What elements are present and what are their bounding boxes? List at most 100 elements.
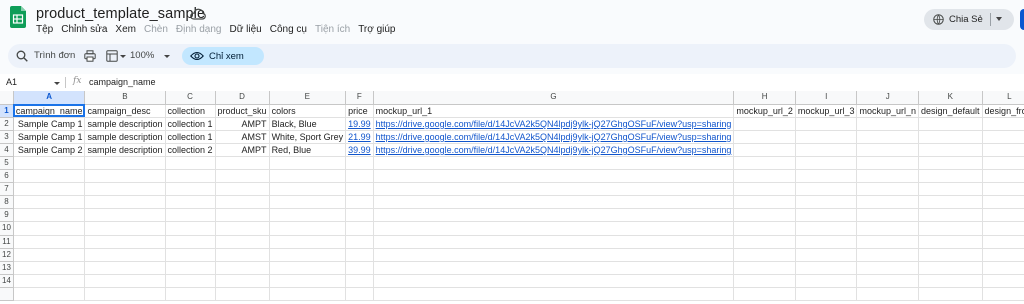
row-header[interactable]: 13 <box>0 261 14 275</box>
cell[interactable] <box>982 235 1024 249</box>
cell[interactable] <box>215 182 270 197</box>
cell[interactable] <box>918 261 983 275</box>
cell[interactable] <box>733 261 796 275</box>
cell[interactable] <box>795 248 858 262</box>
cell[interactable] <box>165 248 216 262</box>
cell[interactable] <box>373 274 735 288</box>
column-header[interactable]: H <box>733 91 796 105</box>
cell[interactable] <box>733 208 796 223</box>
column-header[interactable]: K <box>918 91 983 105</box>
cell[interactable] <box>918 208 983 223</box>
cell[interactable]: 21.99 <box>345 130 374 144</box>
cell[interactable]: AMPT <box>215 143 270 157</box>
cell[interactable] <box>373 195 735 210</box>
search-icon[interactable] <box>16 50 28 62</box>
cell[interactable] <box>733 287 796 302</box>
cell[interactable] <box>373 182 735 197</box>
menu-item[interactable]: Tiện ích <box>315 24 350 35</box>
cell[interactable] <box>982 182 1024 197</box>
cell[interactable] <box>13 287 86 302</box>
cell[interactable] <box>856 182 919 197</box>
row-header[interactable]: 7 <box>0 182 14 197</box>
cell[interactable] <box>215 156 270 171</box>
zoom-chevron-icon[interactable] <box>164 55 170 58</box>
column-header[interactable]: L <box>982 91 1024 105</box>
cell[interactable] <box>269 208 347 223</box>
cell[interactable] <box>856 169 919 184</box>
cell[interactable]: Red, Blue <box>269 143 347 157</box>
cell[interactable]: Black, Blue <box>269 117 347 131</box>
cell[interactable] <box>269 261 347 275</box>
cell[interactable]: mockup_url_1 <box>373 104 735 118</box>
cell[interactable] <box>733 248 796 262</box>
name-box[interactable]: A1 <box>6 77 17 87</box>
cell[interactable] <box>13 156 86 171</box>
cell[interactable] <box>84 195 166 210</box>
cell[interactable] <box>856 287 919 302</box>
cell[interactable] <box>733 156 796 171</box>
cell[interactable] <box>982 248 1024 262</box>
cell[interactable] <box>982 287 1024 302</box>
cell[interactable] <box>733 143 796 157</box>
cell[interactable] <box>795 130 858 144</box>
cell[interactable] <box>795 221 858 236</box>
row-header[interactable]: 1 <box>0 104 14 118</box>
cell[interactable] <box>165 182 216 197</box>
menu-item[interactable]: Trợ giúp <box>358 24 395 35</box>
cell[interactable] <box>13 274 86 288</box>
cell[interactable]: campaign_desc <box>84 104 166 118</box>
cell[interactable]: Sample Camp 1 <box>13 117 86 131</box>
cell[interactable] <box>795 274 858 288</box>
cell[interactable] <box>165 221 216 236</box>
cell[interactable] <box>345 235 374 249</box>
name-box-chevron-icon[interactable] <box>54 82 60 85</box>
cell[interactable] <box>84 235 166 249</box>
cell[interactable] <box>918 287 983 302</box>
cell[interactable]: collection <box>165 104 216 118</box>
cell[interactable] <box>215 208 270 223</box>
cell[interactable] <box>856 274 919 288</box>
cell[interactable] <box>84 248 166 262</box>
cell[interactable] <box>13 248 86 262</box>
cell[interactable] <box>982 130 1024 144</box>
row-header[interactable]: 9 <box>0 208 14 223</box>
cell[interactable] <box>733 221 796 236</box>
cell[interactable] <box>856 208 919 223</box>
cell[interactable] <box>733 195 796 210</box>
cell[interactable] <box>345 169 374 184</box>
cell[interactable] <box>373 235 735 249</box>
cell[interactable] <box>84 208 166 223</box>
column-header[interactable]: D <box>215 91 270 105</box>
google-sheets-logo-icon[interactable] <box>10 6 26 28</box>
cell[interactable] <box>165 156 216 171</box>
row-header[interactable]: 12 <box>0 248 14 262</box>
cell[interactable] <box>856 130 919 144</box>
cell[interactable] <box>733 274 796 288</box>
cell[interactable] <box>215 169 270 184</box>
cell[interactable] <box>373 169 735 184</box>
cell[interactable]: https://drive.google.com/file/d/14JcVA2k… <box>373 143 735 157</box>
cell[interactable] <box>373 248 735 262</box>
cell[interactable] <box>269 274 347 288</box>
cell[interactable] <box>918 248 983 262</box>
menu-item[interactable]: Chèn <box>144 24 168 35</box>
cell[interactable] <box>918 143 983 157</box>
cell[interactable]: collection 1 <box>165 117 216 131</box>
cell[interactable] <box>856 117 919 131</box>
cell[interactable] <box>13 182 86 197</box>
cell[interactable] <box>13 261 86 275</box>
cell[interactable] <box>269 221 347 236</box>
cell[interactable] <box>269 169 347 184</box>
cell[interactable] <box>345 195 374 210</box>
cell[interactable] <box>918 117 983 131</box>
cell[interactable] <box>84 274 166 288</box>
cell[interactable]: sample description <box>84 130 166 144</box>
cell[interactable] <box>84 221 166 236</box>
column-header[interactable]: B <box>84 91 166 105</box>
cell[interactable] <box>982 156 1024 171</box>
cell[interactable] <box>345 287 374 302</box>
cell[interactable] <box>84 261 166 275</box>
cell[interactable] <box>982 221 1024 236</box>
cell[interactable] <box>918 235 983 249</box>
cell[interactable] <box>165 287 216 302</box>
